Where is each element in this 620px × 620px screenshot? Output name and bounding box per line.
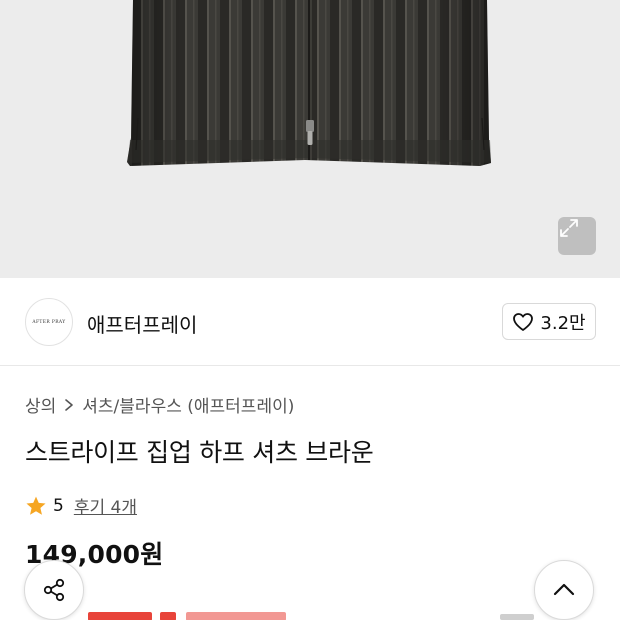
rating-row: 5 후기 4개 <box>25 493 137 518</box>
discount-price-cutoff <box>88 610 298 620</box>
star-icon <box>26 496 46 515</box>
brand-name[interactable]: 애프터프레이 <box>87 309 197 338</box>
breadcrumb: 상의 셔츠/블라우스 (애프터프레이) <box>25 392 294 417</box>
chevron-right-icon <box>64 398 74 412</box>
share-button[interactable] <box>24 560 84 620</box>
brand-row: AFTER PRAY 애프터프레이 3.2만 <box>0 278 620 366</box>
breadcrumb-item-category[interactable]: 상의 <box>25 392 56 417</box>
chevron-up-icon <box>553 583 575 596</box>
product-title: 스트라이프 집업 하프 셔츠 브라운 <box>25 438 374 467</box>
striped-zip-shirt-image <box>127 0 491 166</box>
expand-icon <box>560 219 578 237</box>
breadcrumb-item-subcategory[interactable]: 셔츠/블라우스 (애프터프레이) <box>82 392 294 417</box>
like-count: 3.2만 <box>540 312 586 334</box>
expand-image-button[interactable] <box>558 217 596 255</box>
share-icon <box>43 578 65 602</box>
cutoff-grey-text <box>500 614 534 620</box>
scroll-to-top-button[interactable] <box>534 560 594 620</box>
cutoff-next-row <box>0 606 620 620</box>
rating-score: 5 <box>53 495 64 516</box>
review-count-link[interactable]: 후기 4개 <box>74 493 137 518</box>
brand-logo[interactable]: AFTER PRAY <box>25 298 73 346</box>
like-button[interactable]: 3.2만 <box>502 303 596 340</box>
heart-icon <box>513 312 534 331</box>
brand-logo-text: AFTER PRAY <box>32 319 66 325</box>
product-image[interactable] <box>0 0 620 278</box>
